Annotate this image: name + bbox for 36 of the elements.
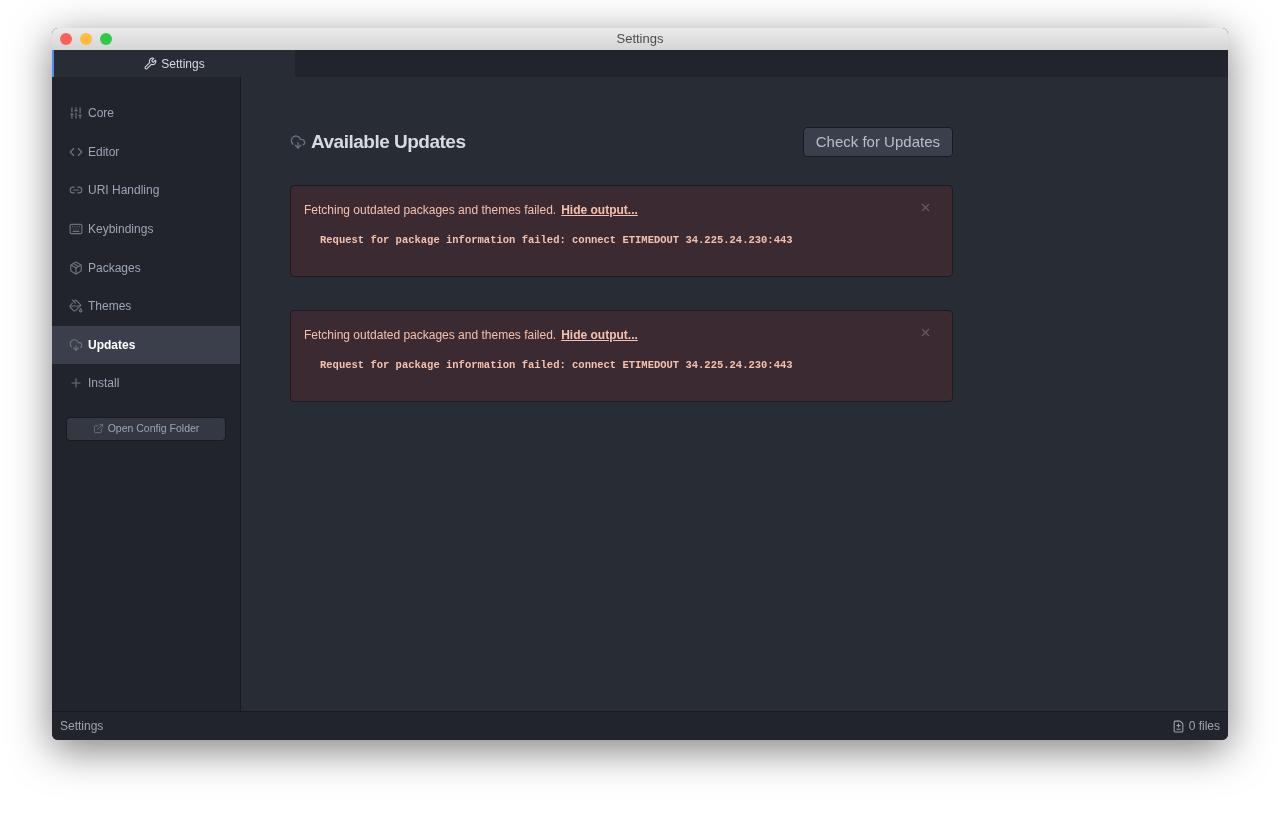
error-output: Request for package information failed: connect ETIMEDOUT 34.225.24.230:443 [320, 358, 794, 373]
open-config-folder-button[interactable]: Open Config Folder [66, 416, 226, 441]
error-message: Fetching outdated packages and themes failed. [304, 202, 557, 219]
sidebar-item[interactable]: Keybindings [52, 209, 240, 249]
external-link-icon [92, 423, 104, 435]
sidebar-item[interactable]: Install [52, 364, 240, 403]
close-icon[interactable] [919, 326, 932, 339]
sidebar-item[interactable]: URI Handling [52, 171, 240, 210]
close-window-button[interactable] [60, 33, 72, 45]
file-icon [1171, 719, 1185, 733]
check-for-updates-button[interactable]: Check for Updates [802, 127, 953, 157]
window-title: Settings [616, 30, 664, 49]
section-title: Available Updates [311, 129, 466, 154]
hide-output-link[interactable]: Hide output... [561, 201, 638, 219]
cloud-download-icon [290, 134, 306, 150]
hide-output-link[interactable]: Hide output... [561, 326, 638, 344]
sidebar-item[interactable]: Packages [52, 248, 240, 287]
plus-icon [69, 376, 83, 391]
sidebar-item[interactable]: Editor [52, 132, 240, 172]
status-text: Settings [60, 718, 104, 735]
close-icon[interactable] [919, 201, 932, 214]
tools-icon [144, 57, 158, 70]
sidebar-item[interactable]: Core [52, 94, 240, 133]
package-icon [69, 260, 83, 275]
sidebar-item[interactable]: Themes [52, 286, 240, 326]
keyboard-icon [69, 222, 83, 237]
sliders-icon [69, 106, 83, 121]
tab[interactable]: Settings [52, 50, 295, 77]
minimize-window-button[interactable] [80, 33, 92, 45]
bucket-icon [69, 299, 83, 314]
cloud-download-icon [69, 337, 83, 352]
sidebar-item[interactable]: Updates [52, 325, 240, 365]
file-count: 0 files [1188, 718, 1220, 735]
error-output: Request for package information failed: connect ETIMEDOUT 34.225.24.230:443 [320, 233, 794, 248]
zoom-window-button[interactable] [100, 33, 112, 45]
error-message: Fetching outdated packages and themes failed. [304, 327, 557, 344]
